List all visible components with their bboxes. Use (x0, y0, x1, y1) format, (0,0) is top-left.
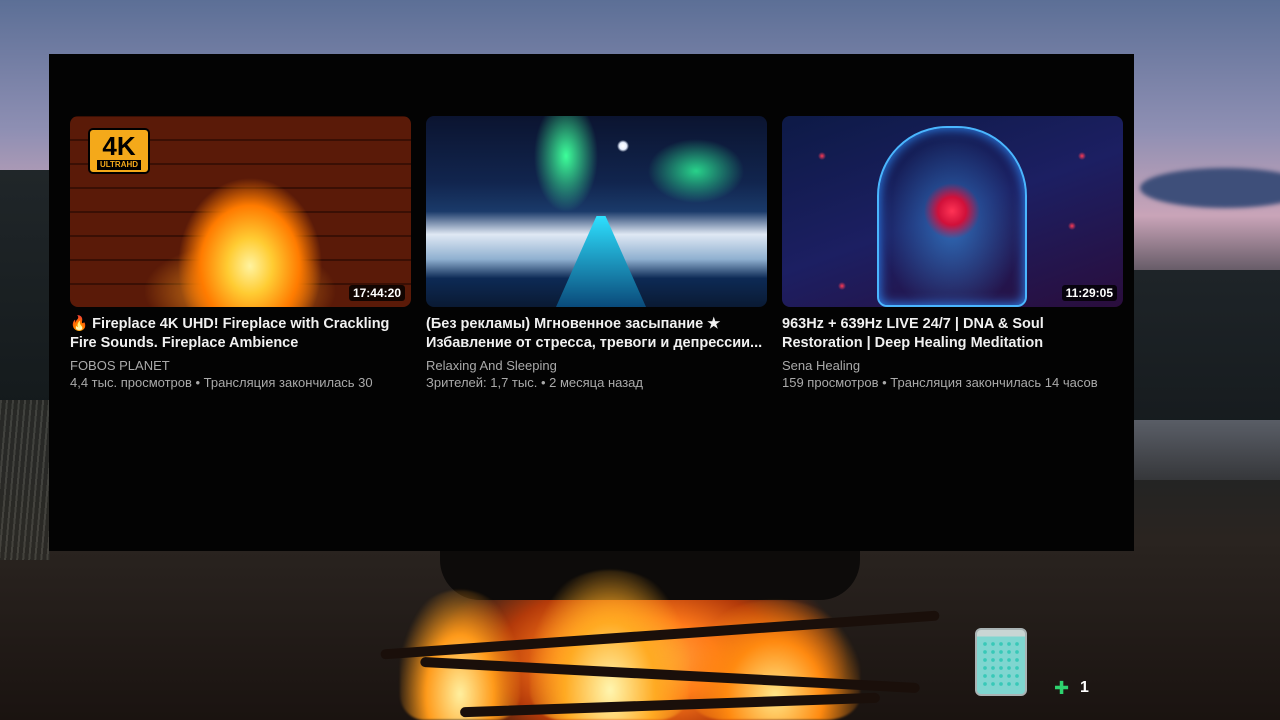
background-grass (0, 400, 50, 560)
video-meta: 159 просмотров • Трансляция закончилась … (782, 375, 1098, 390)
channel-name[interactable]: Sena Healing (782, 357, 1123, 374)
video-title[interactable]: 963Hz + 639Hz LIVE 24/7 | DNA & Soul Res… (782, 315, 1123, 353)
video-meta: 4,4 тыс. просмотров • Трансляция закончи… (70, 375, 373, 390)
video-meta: Зрителей: 1,7 тыс. • 2 месяца назад (426, 375, 643, 390)
video-thumbnail[interactable]: 11:29:05 (782, 116, 1123, 307)
duration-badge: 11:29:05 (1061, 285, 1117, 301)
4k-badge: 4K ULTRAHD (88, 128, 150, 174)
puzzle-icon: ✚ (1054, 678, 1070, 698)
video-thumbnail[interactable] (426, 116, 767, 307)
background-cloud (1140, 168, 1280, 208)
extension-count: 1 (1080, 679, 1089, 696)
background-campfire (360, 550, 960, 720)
video-thumbnail[interactable]: 4K ULTRAHD 17:44:20 (70, 116, 411, 307)
video-card[interactable]: 11:29:05 963Hz + 639Hz LIVE 24/7 | DNA &… (782, 116, 1123, 391)
video-card[interactable]: 4K ULTRAHD 17:44:20 🔥 Fireplace 4K UHD! … (70, 116, 411, 391)
video-card[interactable]: (Без рекламы) Мгновенное засыпание ★ Изб… (426, 116, 767, 391)
duration-badge: 17:44:20 (348, 285, 405, 301)
background-trees-right (1130, 270, 1280, 430)
video-suggestions-panel: 4K ULTRAHD 17:44:20 🔥 Fireplace 4K UHD! … (49, 54, 1134, 551)
channel-name[interactable]: FOBOS PLANET (70, 357, 411, 374)
jar-icon[interactable] (975, 628, 1027, 696)
channel-name[interactable]: Relaxing And Sleeping (426, 357, 767, 374)
extension-badge[interactable]: ✚ 1 (1054, 678, 1089, 698)
video-grid: 4K ULTRAHD 17:44:20 🔥 Fireplace 4K UHD! … (70, 116, 1123, 391)
video-title[interactable]: 🔥 Fireplace 4K UHD! Fireplace with Crack… (70, 315, 411, 353)
background-water (1134, 420, 1280, 480)
video-title[interactable]: (Без рекламы) Мгновенное засыпание ★ Изб… (426, 315, 767, 353)
